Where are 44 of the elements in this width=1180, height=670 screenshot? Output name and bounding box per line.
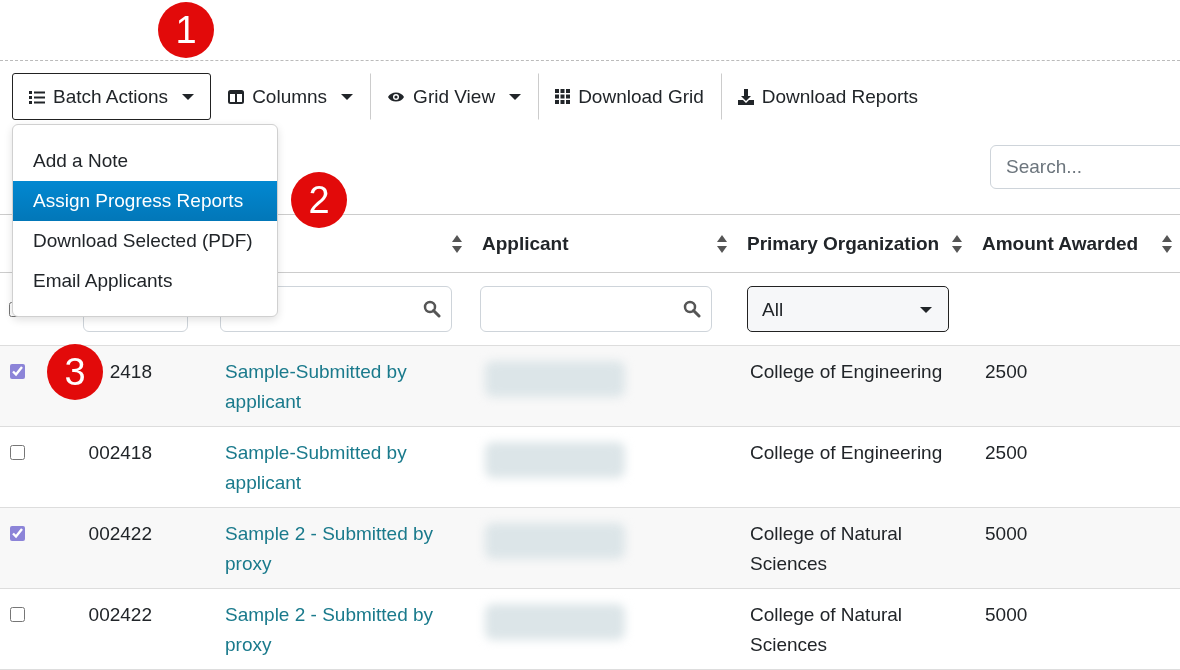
list-icon [29,89,45,104]
table-cell: College of Natural Sciences [750,523,903,574]
callout-badge: 1 [158,2,214,58]
table-cell: 002422 [88,523,152,544]
title-link[interactable]: Sample-Submitted by applicant [225,438,450,498]
title-link[interactable]: Sample 2 - Submitted by proxy [225,519,450,579]
row-checkbox[interactable] [10,607,25,622]
table-cell: 002418 [88,442,152,463]
table-cell: College of Natural Sciences [750,604,903,655]
filter-field[interactable] [480,286,712,332]
search-icon [683,300,701,318]
columns-icon [228,89,245,104]
caret-icon [509,93,522,100]
row-checkbox[interactable] [10,364,25,379]
title-link[interactable]: Sample-Submitted by applicant [225,357,450,417]
row-checkbox[interactable] [10,445,25,460]
column-header[interactable]: Amount Awarded [982,232,1139,255]
caret-icon [182,93,195,100]
caret-icon [920,307,932,313]
toolbar-button[interactable]: Batch Actions [12,73,212,120]
menu-item[interactable]: Add a Note [13,141,277,181]
eye-icon [387,90,406,103]
search-icon [423,300,441,318]
row-checkbox[interactable] [10,526,25,541]
search-field[interactable]: Search... [990,145,1180,189]
table-cell: 5000 [985,604,1028,625]
column-header[interactable]: Applicant [482,232,569,255]
table-cell: 2500 [985,361,1028,382]
menu-item[interactable]: Assign Progress Reports [13,181,277,221]
table-cell: College of Engineering [750,442,943,463]
download-icon [737,88,754,105]
caret-icon [341,93,354,100]
menu-item[interactable]: Download Selected (PDF) [13,221,277,261]
menu-item[interactable]: Email Applicants [13,261,277,301]
filter-dropdown[interactable]: All [747,286,949,332]
table-cell: 2418 [109,361,152,382]
title-link[interactable]: Sample 2 - Submitted by proxy [225,600,450,660]
column-header[interactable]: Primary Organization [747,232,940,255]
table-cell: 2500 [985,442,1028,463]
table-cell: 002422 [88,604,152,625]
callout-badge: 2 [291,172,347,228]
grid-icon [555,89,571,104]
table-cell: 5000 [985,523,1028,544]
table-cell: College of Engineering [750,361,943,382]
